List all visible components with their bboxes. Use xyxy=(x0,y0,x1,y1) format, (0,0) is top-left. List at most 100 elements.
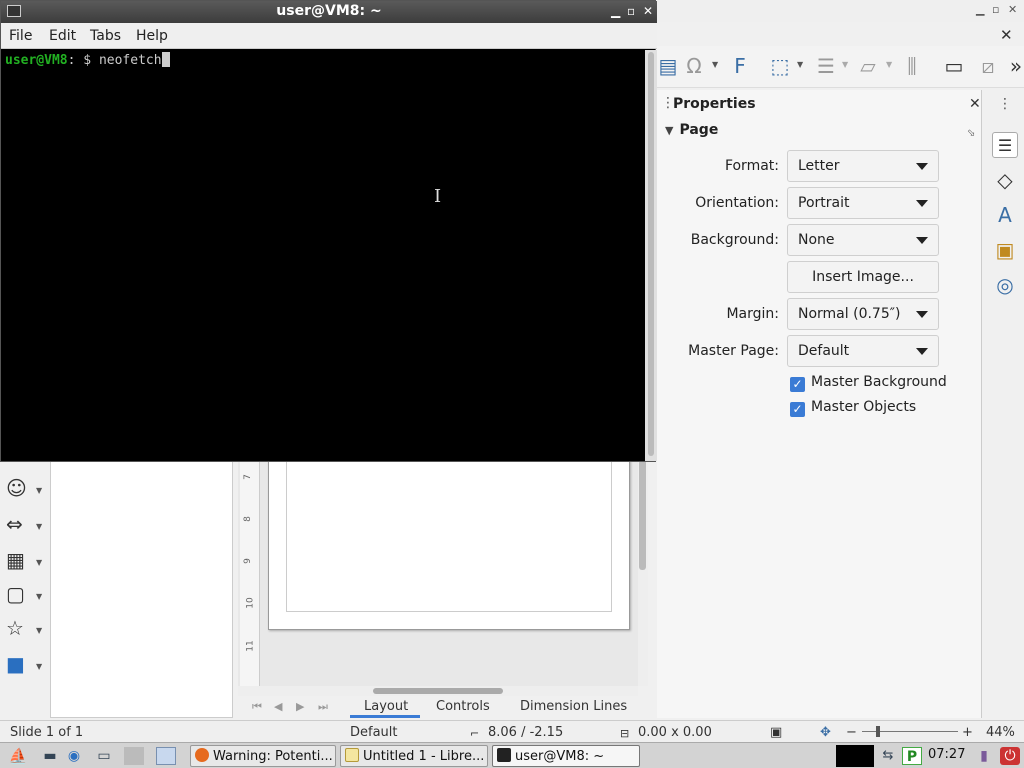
fontwork-icon[interactable]: F xyxy=(728,54,752,78)
page-section-title: Page xyxy=(679,122,719,138)
crop-icon[interactable]: ⧄ xyxy=(976,54,1000,78)
shadow-icon[interactable]: ▭ xyxy=(942,54,966,78)
chevron-down-icon[interactable]: ▼ xyxy=(36,626,42,635)
terminal-content[interactable]: user@VM8: $ neofetch xyxy=(1,50,645,461)
callout-icon[interactable]: ▢ xyxy=(6,582,25,606)
orientation-dropdown[interactable]: Portrait xyxy=(787,187,939,219)
task-label: user@VM8: ~ xyxy=(515,749,605,764)
properties-icon[interactable]: ☰ xyxy=(992,132,1018,158)
close-document-icon[interactable]: ✕ xyxy=(1000,26,1013,44)
chevron-down-icon[interactable]: ▼ xyxy=(712,60,718,69)
desktop-icon[interactable] xyxy=(124,747,144,765)
fit-page-icon[interactable]: ✥ xyxy=(820,725,831,740)
zoom-in-icon[interactable]: + xyxy=(962,725,973,740)
text-cursor xyxy=(161,52,170,67)
clock[interactable]: 07:27 xyxy=(928,747,965,762)
terminal-titlebar[interactable]: user@VM8: ~ ▁ ▫ ✕ xyxy=(1,1,657,23)
browser-icon[interactable]: ◉ xyxy=(64,747,84,765)
clipboard-icon[interactable]: P xyxy=(902,747,922,765)
task-terminal[interactable]: user@VM8: ~ xyxy=(492,745,640,767)
power-icon[interactable]: ⏻ xyxy=(1000,747,1020,765)
menu-file[interactable]: File xyxy=(9,28,32,44)
block-arrows-icon[interactable]: ⇔ xyxy=(6,512,23,536)
cursor-position: 8.06 / -2.15 xyxy=(488,725,564,740)
master-objects-checkbox[interactable]: ✓ Master Objects xyxy=(790,399,916,417)
styles-icon[interactable]: A xyxy=(992,202,1018,228)
first-tab-icon[interactable]: ⏮ xyxy=(252,700,262,714)
flowchart-icon[interactable]: ▦ xyxy=(6,548,25,572)
menu-help[interactable]: Help xyxy=(136,28,168,44)
start-menu-icon[interactable]: ⛵ xyxy=(8,747,28,765)
chevron-down-icon[interactable]: ▼ xyxy=(36,486,42,495)
task-firefox[interactable]: Warning: Potenti... xyxy=(190,745,336,767)
close-icon[interactable]: ✕ xyxy=(969,96,981,112)
margin-label: Margin: xyxy=(726,306,779,322)
previous-tab-icon[interactable]: ◀ xyxy=(274,700,282,713)
menu-tabs[interactable]: Tabs xyxy=(90,28,121,44)
format-dropdown[interactable]: Letter xyxy=(787,150,939,182)
next-tab-icon[interactable]: ▶ xyxy=(296,700,304,713)
chevron-down-icon[interactable]: ▼ xyxy=(36,558,42,567)
chevron-down-icon[interactable]: ▼ xyxy=(842,60,848,69)
sidebar-menu-icon[interactable]: ⋮ xyxy=(998,96,1012,112)
tab-controls[interactable]: Controls xyxy=(436,699,490,714)
smiley-icon[interactable]: ☺ xyxy=(6,476,27,500)
maximize-icon[interactable]: ▫ xyxy=(627,4,635,18)
libreoffice-icon xyxy=(345,748,359,762)
network-icon[interactable]: ⇆ xyxy=(878,747,898,765)
text-box-icon[interactable]: ▤ xyxy=(656,54,680,78)
last-tab-icon[interactable]: ⏭ xyxy=(318,700,328,714)
margin-dropdown[interactable]: Normal (0.75″) xyxy=(787,298,939,330)
gallery-icon[interactable]: ▣ xyxy=(992,237,1018,263)
3d-objects-icon[interactable]: ■ xyxy=(6,652,25,676)
tab-layout[interactable]: Layout xyxy=(364,699,408,714)
chevron-down-icon[interactable]: ▼ xyxy=(797,60,803,69)
zoom-level[interactable]: 44% xyxy=(986,725,1015,740)
shapes-icon[interactable]: ◇ xyxy=(992,167,1018,193)
ruler-number: 9 xyxy=(242,558,253,564)
chevron-down-icon xyxy=(916,237,928,244)
zoom-slider-handle[interactable] xyxy=(876,726,880,737)
collapse-icon[interactable]: ▼ xyxy=(665,124,673,137)
background-dropdown[interactable]: None xyxy=(787,224,939,256)
task-libreoffice[interactable]: Untitled 1 - Libre... xyxy=(340,745,488,767)
chevron-down-icon[interactable]: ▼ xyxy=(36,522,42,531)
drawing-toolbar: ☺ ▼ ⇔ ▼ ▦ ▼ ▢ ▼ ☆ ▼ ■ ▼ xyxy=(0,460,48,718)
show-desktop-icon[interactable] xyxy=(156,747,176,765)
terminal-scrollbar-thumb[interactable] xyxy=(648,52,654,456)
navigator-icon[interactable]: ◎ xyxy=(992,272,1018,298)
file-manager-icon[interactable]: ▬ xyxy=(40,747,60,765)
more-options-icon[interactable]: ⬂ xyxy=(967,128,975,139)
arrange-icon[interactable]: ▱ xyxy=(856,54,880,78)
master-slide-name: Default xyxy=(350,725,398,740)
tab-dimension-lines[interactable]: Dimension Lines xyxy=(520,699,627,714)
terminal-launcher-icon[interactable]: ▭ xyxy=(94,747,114,765)
zoom-out-icon[interactable]: − xyxy=(846,725,857,740)
insert-image-button[interactable]: Insert Image... xyxy=(787,261,939,293)
chevron-down-icon[interactable]: ▼ xyxy=(36,592,42,601)
special-character-icon[interactable]: Ω xyxy=(682,54,706,78)
close-icon[interactable]: ✕ xyxy=(643,4,653,18)
master-page-dropdown[interactable]: Default xyxy=(787,335,939,367)
chevron-down-icon[interactable]: ▼ xyxy=(886,60,892,69)
minimize-icon[interactable]: ▁ xyxy=(611,4,620,18)
maximize-icon[interactable]: ▫ xyxy=(992,3,999,16)
menu-edit[interactable]: Edit xyxy=(49,28,76,44)
lock-screen-icon[interactable]: ▮ xyxy=(974,747,994,765)
distribute-icon[interactable]: ⫼ xyxy=(900,54,924,78)
active-tab-indicator xyxy=(350,715,420,718)
transformations-icon[interactable]: ⬚ xyxy=(768,54,792,78)
align-objects-icon[interactable]: ☰ xyxy=(814,54,838,78)
chevron-down-icon[interactable]: ▼ xyxy=(36,662,42,671)
vertical-scrollbar-thumb[interactable] xyxy=(639,460,646,570)
slides-pane[interactable] xyxy=(50,460,233,718)
command-input[interactable]: neofetch xyxy=(99,53,162,68)
more-options-icon[interactable]: » xyxy=(1004,54,1024,78)
master-background-checkbox[interactable]: ✓ Master Background xyxy=(790,374,947,392)
minimize-icon[interactable]: ▁ xyxy=(976,3,984,16)
horizontal-scrollbar-thumb[interactable] xyxy=(373,688,503,694)
close-icon[interactable]: ✕ xyxy=(1008,3,1017,16)
chevron-down-icon xyxy=(916,311,928,318)
star-icon[interactable]: ☆ xyxy=(6,616,24,640)
page-section-header[interactable]: ▼ Page xyxy=(665,122,718,138)
